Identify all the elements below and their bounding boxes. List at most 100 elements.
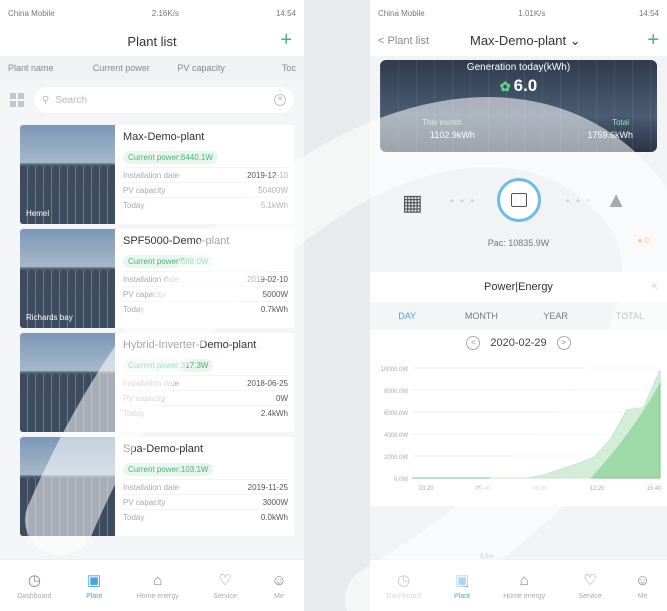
pv-label: PV capacity <box>123 185 166 195</box>
generation-today-value: 6.0 <box>513 76 538 95</box>
generation-value-row: ✿ 6.0 <box>380 76 657 96</box>
tab-dashboard[interactable]: ◷ Dashboard <box>387 571 421 600</box>
flow-dots: • • • <box>450 196 477 207</box>
plant-location: Hemel <box>26 209 50 218</box>
leaf-icon: ✿ <box>499 79 511 94</box>
sort-plant-name[interactable]: Plant name <box>8 63 93 73</box>
flow-dots: • • • <box>566 196 593 207</box>
tab-service[interactable]: ♡ Service <box>213 571 236 600</box>
y-tick-label: 10000.0W <box>381 367 409 373</box>
bottom-tab-bar: ◷ Dashboard ▣ Plant ⌂ Home energy ♡ Service … <box>0 559 304 611</box>
plant-icon: ▣ <box>87 572 102 589</box>
plant-name: Max-Demo-plant <box>123 131 205 143</box>
date-value[interactable]: 2020-02-29 <box>490 337 546 349</box>
carrier: China Mobile <box>8 8 55 18</box>
plant-card[interactable]: Hemel Max-Demo-plant Current power:6440.… <box>20 125 294 224</box>
install-label: Installation date <box>123 170 180 180</box>
current-power-badge: Current power:6440.1W <box>123 151 218 164</box>
tab-label: Home energy <box>503 592 546 600</box>
tab-label: Plant <box>86 593 103 600</box>
tab-service[interactable]: ♡ Service <box>578 571 601 600</box>
today-label: Today <box>123 512 145 522</box>
sort-pv-capacity[interactable]: PV capacity <box>177 63 262 73</box>
service-icon: ♡ <box>218 572 232 589</box>
add-plant-button[interactable]: + <box>280 29 292 52</box>
install-date: 2019-02-10 <box>247 274 288 284</box>
tab-month[interactable]: MONTH <box>444 311 518 321</box>
add-button[interactable]: + <box>647 29 659 52</box>
install-label: Installation date <box>123 274 180 284</box>
power-area-chart: 10000.0W 8000.0W 6000.0W 4000.0W 2000.0W 0.0W… <box>381 367 663 492</box>
nav-bar: < Plant list Max-Demo-plant ⌄ + <box>370 26 667 56</box>
pv-capacity: 0W <box>276 393 288 403</box>
tab-label: Service <box>578 593 602 600</box>
dashboard-icon: ◷ <box>27 572 41 589</box>
sort-current-power[interactable]: Current power <box>93 63 178 73</box>
today-energy: 0.0kWh <box>260 512 288 522</box>
plant-thumbnail: Richards bay <box>20 229 115 328</box>
energy-flow: ▦ • • • • • • ▲ Pac: 10835.9W ● 0 <box>370 160 667 260</box>
back-button[interactable]: < Plant list <box>378 35 429 47</box>
current-power-badge: Current power:888.0W <box>123 255 214 268</box>
today-energy: 2.4kWh <box>260 408 288 418</box>
install-label: Installation date <box>123 482 180 492</box>
tab-label: Me <box>274 592 284 600</box>
status-bar: China Mobile 2.16K/s 14:54 <box>0 0 304 26</box>
tab-home-energy[interactable]: ⌂ Home energy <box>503 572 545 600</box>
home-icon: ⌂ <box>519 571 529 589</box>
plant-card[interactable]: Spa-Demo-plant Current power:103.1W Inst… <box>20 437 294 536</box>
plant-card[interactable]: Hybrid-Inverter-Demo-plant Current power… <box>20 333 294 432</box>
tab-year[interactable]: YEAR <box>519 311 593 321</box>
alarm-badge[interactable]: ● 0 <box>631 234 655 247</box>
home-icon: ⌂ <box>153 571 163 589</box>
y-tick-label: 0.0W <box>394 477 408 483</box>
expand-icon[interactable]: ⇱ <box>651 282 659 293</box>
tab-me[interactable]: ☺ Me <box>271 572 286 600</box>
search-placeholder: Search <box>55 94 88 106</box>
y-tick-label: 4000.0W <box>384 433 408 439</box>
service-icon: ♡ <box>583 572 597 589</box>
plant-selector[interactable]: Max-Demo-plant ⌄ <box>470 33 581 49</box>
tab-plant[interactable]: ▣ Plant <box>86 571 102 600</box>
pv-capacity: 5000W <box>262 289 288 299</box>
plant-thumbnail <box>20 437 115 536</box>
section-title: Power|Energy <box>484 281 553 293</box>
sort-today[interactable]: Toc <box>262 63 296 73</box>
grid-view-icon[interactable] <box>10 93 24 107</box>
tab-dashboard[interactable]: ◷ Dashboard <box>17 571 51 600</box>
current-power-badge: Current power:103.1W <box>123 463 214 476</box>
tab-label: Home energy <box>136 592 179 600</box>
tab-plant[interactable]: ▣ Plant <box>454 571 470 600</box>
page-title: Max-Demo-plant <box>470 33 567 48</box>
x-tick-label: 03:20 <box>418 486 434 492</box>
next-date-icon[interactable]: > <box>556 336 571 350</box>
today-label: Today <box>123 200 145 210</box>
network-speed: 1.01K/s <box>518 8 546 18</box>
x-tick-label: 12:20 <box>589 486 605 492</box>
tab-me[interactable]: ☺ Me <box>635 572 650 600</box>
install-date: 2018-06-25 <box>247 378 288 388</box>
y-tick-label: 6000.0W <box>384 411 408 417</box>
plant-card[interactable]: Richards bay SPF5000-Demo-plant Current … <box>20 229 294 328</box>
today-label: Today <box>123 408 145 418</box>
search-input[interactable]: ⚲ Search ✕ <box>34 87 294 113</box>
tab-total[interactable]: TOTAL <box>593 311 667 321</box>
tab-day[interactable]: DAY <box>370 311 444 321</box>
plant-detail-screen: China Mobile 1.01K/s 14:54 < Plant list … <box>370 0 667 611</box>
pv-label: PV capacity <box>123 497 166 507</box>
tab-home-energy[interactable]: ⌂ Home energy <box>137 572 179 600</box>
pac-value: Pac: 10835.9W <box>487 238 550 248</box>
x-tick-label: 15:40 <box>646 486 662 492</box>
install-date: 2019-11-25 <box>247 482 288 492</box>
date-navigator: < 2020-02-29 > <box>370 330 667 356</box>
prev-date-icon[interactable]: < <box>466 336 481 350</box>
alarm-icon: ● <box>637 236 645 245</box>
clear-icon[interactable]: ✕ <box>274 94 286 106</box>
install-date: 2019-12-10 <box>247 170 288 180</box>
current-power-badge: Current power:317.3W <box>123 359 214 372</box>
inverter-icon[interactable] <box>497 178 541 222</box>
clock: 14:54 <box>638 8 659 18</box>
plant-name: Hybrid-Inverter-Demo-plant <box>123 339 257 351</box>
x-tick-label: 09:00 <box>532 486 548 492</box>
plant-location: Richards bay <box>26 313 73 322</box>
